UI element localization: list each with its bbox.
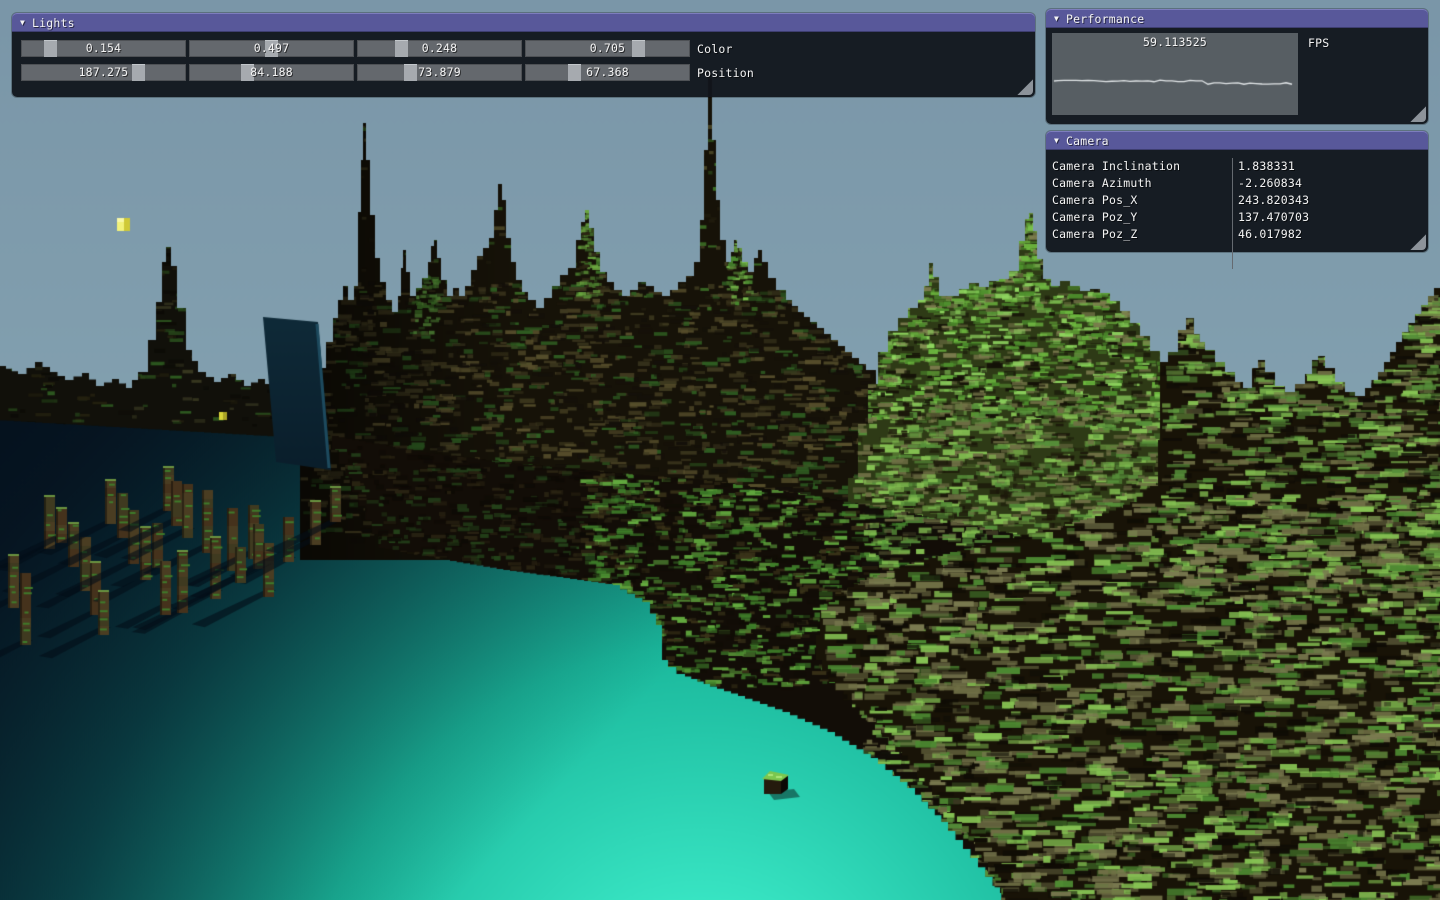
lights-panel-title: Lights bbox=[32, 16, 75, 30]
camera-panel-title: Camera bbox=[1066, 134, 1109, 148]
row-value: -2.260834 bbox=[1226, 175, 1302, 192]
camera-row-azimuth: Camera Azimuth -2.260834 bbox=[1046, 175, 1428, 192]
light-pos-y-slider[interactable]: 84.188 bbox=[189, 64, 354, 81]
row-value: 1.838331 bbox=[1226, 158, 1295, 175]
resize-grip[interactable] bbox=[1409, 105, 1426, 122]
collapse-icon[interactable]: ▼ bbox=[1054, 131, 1059, 150]
light-color-g-slider[interactable]: 0.497 bbox=[189, 40, 354, 57]
light-color-r-slider[interactable]: 0.154 bbox=[21, 40, 186, 57]
light-pos-x-slider[interactable]: 187.275 bbox=[21, 64, 186, 81]
slider-value: 0.497 bbox=[189, 40, 354, 57]
lights-panel: ▼ Lights 0.154 0.497 0.248 0.7 bbox=[12, 13, 1035, 97]
light-color-row: 0.154 0.497 0.248 0.705 Color bbox=[21, 40, 1035, 57]
color-row-label: Color bbox=[697, 42, 733, 56]
fps-value: 59.113525 bbox=[1052, 35, 1298, 49]
row-value: 243.820343 bbox=[1226, 192, 1309, 209]
app-window: ▼ Lights 0.154 0.497 0.248 0.7 bbox=[0, 0, 1440, 900]
light-color-b-slider[interactable]: 0.248 bbox=[357, 40, 522, 57]
camera-panel-header[interactable]: ▼ Camera bbox=[1046, 131, 1428, 150]
collapse-icon[interactable]: ▼ bbox=[20, 13, 25, 32]
camera-row-pos-x: Camera Pos_X 243.820343 bbox=[1046, 192, 1428, 209]
slider-value: 67.368 bbox=[525, 64, 690, 81]
performance-panel-header[interactable]: ▼ Performance bbox=[1046, 9, 1428, 28]
slider-value: 187.275 bbox=[21, 64, 186, 81]
row-label: Camera Pos_X bbox=[1052, 192, 1226, 209]
slider-value: 0.154 bbox=[21, 40, 186, 57]
performance-panel: ▼ Performance 59.113525 FPS bbox=[1046, 9, 1428, 124]
fps-label: FPS bbox=[1308, 36, 1329, 50]
lights-panel-body: 0.154 0.497 0.248 0.705 Color bbox=[12, 32, 1035, 81]
camera-panel-body: Camera Inclination 1.838331 Camera Azimu… bbox=[1046, 150, 1428, 243]
row-label: Camera Poz_Z bbox=[1052, 226, 1226, 243]
slider-value: 0.248 bbox=[357, 40, 522, 57]
camera-row-inclination: Camera Inclination 1.838331 bbox=[1046, 158, 1428, 175]
camera-panel: ▼ Camera Camera Inclination 1.838331 Cam… bbox=[1046, 131, 1428, 252]
light-pos-z-slider[interactable]: 73.879 bbox=[357, 64, 522, 81]
light-position-row: 187.275 84.188 73.879 67.368 Position bbox=[21, 64, 1035, 81]
light-pos-w-slider[interactable]: 67.368 bbox=[525, 64, 690, 81]
camera-row-pos-z: Camera Poz_Z 46.017982 bbox=[1046, 226, 1428, 243]
row-label: Camera Inclination bbox=[1052, 158, 1226, 175]
row-label: Camera Azimuth bbox=[1052, 175, 1226, 192]
row-value: 46.017982 bbox=[1226, 226, 1302, 243]
slider-value: 84.188 bbox=[189, 64, 354, 81]
slider-value: 73.879 bbox=[357, 64, 522, 81]
light-color-a-slider[interactable]: 0.705 bbox=[525, 40, 690, 57]
row-label: Camera Poz_Y bbox=[1052, 209, 1226, 226]
slider-value: 0.705 bbox=[525, 40, 690, 57]
collapse-icon[interactable]: ▼ bbox=[1054, 9, 1059, 28]
performance-panel-title: Performance bbox=[1066, 12, 1144, 26]
camera-row-pos-y: Camera Poz_Y 137.470703 bbox=[1046, 209, 1428, 226]
row-value: 137.470703 bbox=[1226, 209, 1309, 226]
lights-panel-header[interactable]: ▼ Lights bbox=[12, 13, 1035, 32]
position-row-label: Position bbox=[697, 66, 754, 80]
fps-graph[interactable]: 59.113525 bbox=[1052, 33, 1298, 115]
column-separator bbox=[1232, 158, 1233, 269]
